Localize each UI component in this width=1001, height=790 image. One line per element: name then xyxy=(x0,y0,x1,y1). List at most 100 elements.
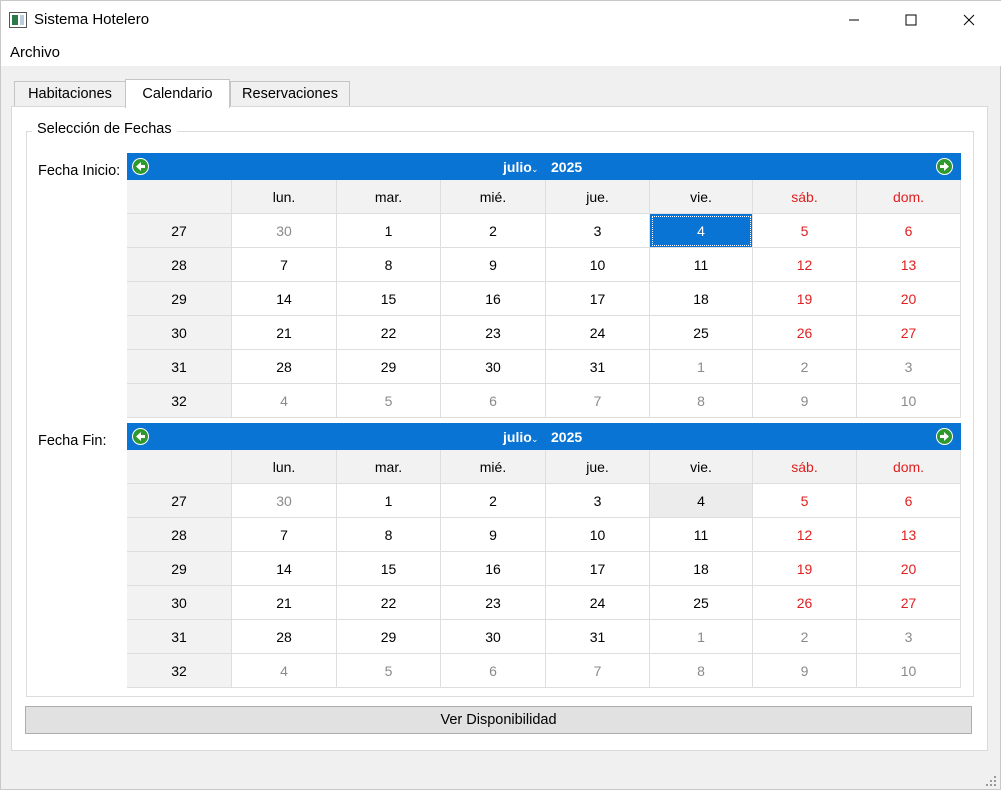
prev-month-button[interactable] xyxy=(132,428,149,445)
day-cell[interactable]: 1 xyxy=(337,214,441,248)
day-cell[interactable]: 27 xyxy=(857,316,961,350)
day-cell[interactable]: 10 xyxy=(546,518,650,552)
check-availability-button[interactable]: Ver Disponibilidad xyxy=(25,706,972,734)
day-cell[interactable]: 30 xyxy=(232,214,337,248)
day-cell[interactable]: 12 xyxy=(753,518,857,552)
day-cell[interactable]: 19 xyxy=(753,552,857,586)
day-cell[interactable]: 20 xyxy=(857,282,961,316)
day-cell[interactable]: 18 xyxy=(650,552,753,586)
day-cell[interactable]: 1 xyxy=(650,350,753,384)
day-cell[interactable]: 19 xyxy=(753,282,857,316)
day-cell[interactable]: 4 xyxy=(232,384,337,418)
day-cell[interactable]: 23 xyxy=(441,586,546,620)
day-cell[interactable]: 5 xyxy=(753,484,857,518)
minimize-button[interactable] xyxy=(825,1,883,39)
day-cell[interactable]: 11 xyxy=(650,518,753,552)
day-cell[interactable]: 28 xyxy=(232,620,337,654)
day-cell[interactable]: 23 xyxy=(441,316,546,350)
day-cell[interactable]: 6 xyxy=(441,384,546,418)
day-cell[interactable]: 15 xyxy=(337,282,441,316)
day-cell[interactable]: 7 xyxy=(546,654,650,688)
day-cell[interactable]: 16 xyxy=(441,552,546,586)
prev-month-button[interactable] xyxy=(132,158,149,175)
year-selector[interactable]: 2025 xyxy=(551,159,582,175)
tab-reservaciones[interactable]: Reservaciones xyxy=(230,81,350,107)
day-cell[interactable]: 25 xyxy=(650,316,753,350)
day-cell[interactable]: 3 xyxy=(857,620,961,654)
day-cell[interactable]: 26 xyxy=(753,316,857,350)
day-cell[interactable]: 8 xyxy=(337,248,441,282)
day-cell[interactable]: 31 xyxy=(546,620,650,654)
day-cell[interactable]: 30 xyxy=(441,620,546,654)
day-cell[interactable]: 11 xyxy=(650,248,753,282)
day-cell[interactable]: 20 xyxy=(857,552,961,586)
day-cell[interactable]: 28 xyxy=(232,350,337,384)
day-cell[interactable]: 22 xyxy=(337,586,441,620)
day-cell[interactable]: 8 xyxy=(650,384,753,418)
resize-grip-icon[interactable] xyxy=(986,776,996,786)
day-cell[interactable]: 3 xyxy=(546,484,650,518)
day-cell[interactable]: 6 xyxy=(857,484,961,518)
day-cell[interactable]: 29 xyxy=(337,620,441,654)
day-cell[interactable]: 7 xyxy=(232,518,337,552)
day-cell[interactable]: 1 xyxy=(650,620,753,654)
day-cell[interactable]: 29 xyxy=(337,350,441,384)
day-cell[interactable]: 14 xyxy=(232,282,337,316)
day-cell[interactable]: 12 xyxy=(753,248,857,282)
day-cell[interactable]: 9 xyxy=(753,384,857,418)
day-cell[interactable]: 22 xyxy=(337,316,441,350)
day-cell[interactable]: 2 xyxy=(753,620,857,654)
month-selector[interactable]: julio xyxy=(503,429,532,445)
day-cell[interactable]: 30 xyxy=(441,350,546,384)
tab-calendario[interactable]: Calendario xyxy=(125,79,230,108)
next-month-button[interactable] xyxy=(936,428,953,445)
close-button[interactable] xyxy=(940,1,998,39)
day-cell[interactable]: 1 xyxy=(337,484,441,518)
day-cell[interactable]: 6 xyxy=(857,214,961,248)
day-cell[interactable]: 2 xyxy=(441,484,546,518)
day-cell[interactable]: 4 xyxy=(232,654,337,688)
menu-archivo[interactable]: Archivo xyxy=(10,44,60,61)
day-cell[interactable]: 17 xyxy=(546,282,650,316)
day-cell[interactable]: 14 xyxy=(232,552,337,586)
maximize-button[interactable] xyxy=(882,1,940,39)
day-cell[interactable]: 10 xyxy=(546,248,650,282)
day-cell[interactable]: 10 xyxy=(857,654,961,688)
day-cell[interactable]: 7 xyxy=(232,248,337,282)
day-cell[interactable]: 16 xyxy=(441,282,546,316)
day-cell[interactable]: 10 xyxy=(857,384,961,418)
day-cell[interactable]: 30 xyxy=(232,484,337,518)
day-cell[interactable]: 4 xyxy=(650,214,753,248)
year-selector[interactable]: 2025 xyxy=(551,429,582,445)
day-cell[interactable]: 4 xyxy=(650,484,753,518)
next-month-button[interactable] xyxy=(936,158,953,175)
day-cell[interactable]: 3 xyxy=(857,350,961,384)
day-cell[interactable]: 24 xyxy=(546,586,650,620)
day-cell[interactable]: 2 xyxy=(753,350,857,384)
month-selector[interactable]: julio xyxy=(503,159,532,175)
day-cell[interactable]: 13 xyxy=(857,248,961,282)
day-cell[interactable]: 8 xyxy=(337,518,441,552)
day-cell[interactable]: 9 xyxy=(441,248,546,282)
day-cell[interactable]: 26 xyxy=(753,586,857,620)
day-cell[interactable]: 5 xyxy=(337,654,441,688)
day-cell[interactable]: 27 xyxy=(857,586,961,620)
day-cell[interactable]: 6 xyxy=(441,654,546,688)
day-cell[interactable]: 25 xyxy=(650,586,753,620)
day-cell[interactable]: 18 xyxy=(650,282,753,316)
day-cell[interactable]: 2 xyxy=(441,214,546,248)
day-cell[interactable]: 5 xyxy=(753,214,857,248)
day-cell[interactable]: 21 xyxy=(232,316,337,350)
day-cell[interactable]: 7 xyxy=(546,384,650,418)
tab-habitaciones[interactable]: Habitaciones xyxy=(14,81,126,107)
day-cell[interactable]: 9 xyxy=(441,518,546,552)
day-cell[interactable]: 15 xyxy=(337,552,441,586)
day-cell[interactable]: 3 xyxy=(546,214,650,248)
day-cell[interactable]: 8 xyxy=(650,654,753,688)
day-cell[interactable]: 17 xyxy=(546,552,650,586)
day-cell[interactable]: 24 xyxy=(546,316,650,350)
day-cell[interactable]: 13 xyxy=(857,518,961,552)
day-cell[interactable]: 31 xyxy=(546,350,650,384)
day-cell[interactable]: 5 xyxy=(337,384,441,418)
day-cell[interactable]: 21 xyxy=(232,586,337,620)
